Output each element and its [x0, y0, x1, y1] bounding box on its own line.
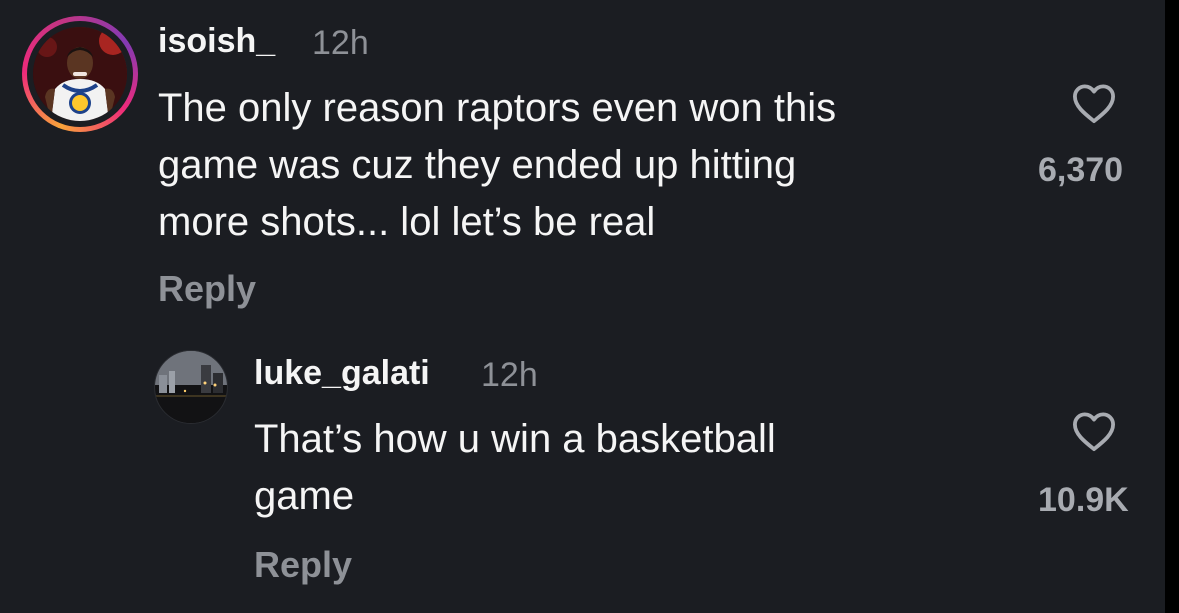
comment-timestamp: 12h — [312, 24, 369, 62]
avatar[interactable] — [154, 350, 228, 424]
comment-text: The only reason raptors even won this ga… — [158, 80, 1018, 251]
heart-outline-icon[interactable] — [1071, 410, 1117, 452]
like-count: 6,370 — [1038, 151, 1124, 189]
reply-button[interactable]: Reply — [254, 544, 352, 586]
avatar-story-ring[interactable] — [22, 16, 138, 132]
comment-text: That’s how u win a basketball game — [254, 411, 1014, 525]
comment-text-line: more shots... lol let’s be real — [158, 200, 656, 244]
comment-timestamp: 12h — [481, 356, 538, 394]
comment-text-line: That’s how u win a basketball — [254, 417, 776, 461]
comment-text-line: game was cuz they ended up hitting — [158, 143, 797, 187]
comment-text-line: The only reason raptors even won this — [158, 86, 837, 130]
like-count: 10.9K — [1038, 481, 1129, 519]
comment-text-line: game — [254, 474, 355, 518]
heart-outline-icon[interactable] — [1071, 82, 1117, 124]
reply-button[interactable]: Reply — [158, 268, 256, 310]
avatar — [33, 27, 127, 121]
comment-username[interactable]: luke_galati — [254, 354, 430, 393]
comment-username[interactable]: isoish_ — [158, 22, 275, 61]
screen-edge — [1165, 0, 1179, 613]
